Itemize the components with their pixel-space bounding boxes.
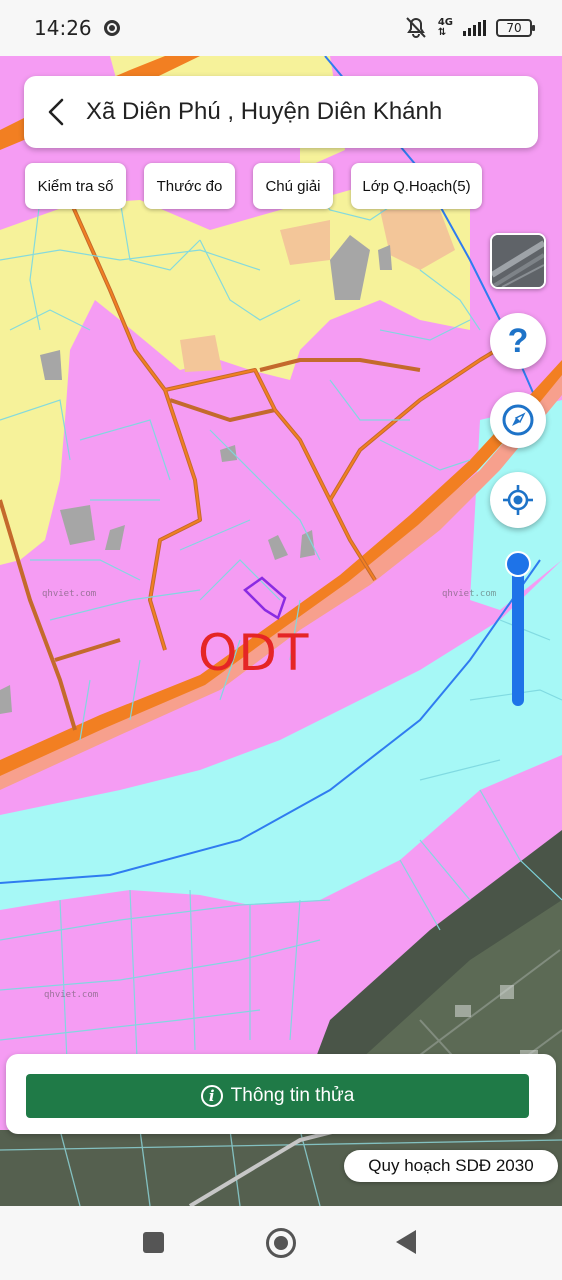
parcel-info-button[interactable]: i Thông tin thửa <box>26 1074 529 1118</box>
page-title: Xã Diên Phú , Huyện Diên Khánh <box>86 98 443 125</box>
chrome-icon <box>103 20 120 36</box>
legend-button[interactable]: Chú giải <box>253 163 333 209</box>
opacity-slider[interactable] <box>512 560 524 706</box>
signal-icon <box>463 20 486 36</box>
measure-button[interactable]: Thước đo <box>144 163 235 209</box>
battery-icon: 70 <box>496 19 535 37</box>
system-nav-bar <box>0 1206 562 1280</box>
network-indicator: 4G ⇅ <box>438 18 453 38</box>
back-nav-button[interactable] <box>396 1230 416 1254</box>
map-watermark: qhviet.com <box>44 990 99 1000</box>
help-button[interactable]: ? <box>490 313 546 369</box>
zone-label: ODT <box>198 624 310 682</box>
location-header: Xã Diên Phú , Huyện Diên Khánh <box>24 76 538 148</box>
map-watermark: qhviet.com <box>442 589 497 599</box>
home-button[interactable] <box>266 1228 296 1258</box>
planning-badge[interactable]: Quy hoạch SDĐ 2030 <box>344 1150 558 1182</box>
location-target-icon <box>503 485 533 515</box>
status-bar: 14:26 4G ⇅ 70 <box>0 0 562 56</box>
map-watermark: qhviet.com <box>42 589 97 599</box>
battery-level: 70 <box>506 21 522 35</box>
opacity-slider-handle[interactable] <box>505 551 531 577</box>
my-location-button[interactable] <box>490 472 546 528</box>
basemap-toggle[interactable] <box>490 233 546 289</box>
recents-button[interactable] <box>143 1232 164 1253</box>
check-number-button[interactable]: Kiểm tra số <box>25 163 126 209</box>
data-arrows-icon: ⇅ <box>437 27 447 38</box>
chevron-left-icon <box>48 98 64 126</box>
question-icon: ? <box>507 321 529 360</box>
compass-icon <box>502 404 534 436</box>
status-time: 14:26 <box>34 16 92 40</box>
parcel-info-label: Thông tin thửa <box>230 1085 355 1106</box>
mute-icon <box>406 17 426 38</box>
planning-layers-button[interactable]: Lớp Q.Hoạch(5) <box>351 163 482 209</box>
back-button[interactable] <box>38 94 74 130</box>
compass-button[interactable] <box>490 392 546 448</box>
satellite-thumbnail-icon <box>492 235 544 287</box>
info-icon: i <box>200 1085 223 1107</box>
